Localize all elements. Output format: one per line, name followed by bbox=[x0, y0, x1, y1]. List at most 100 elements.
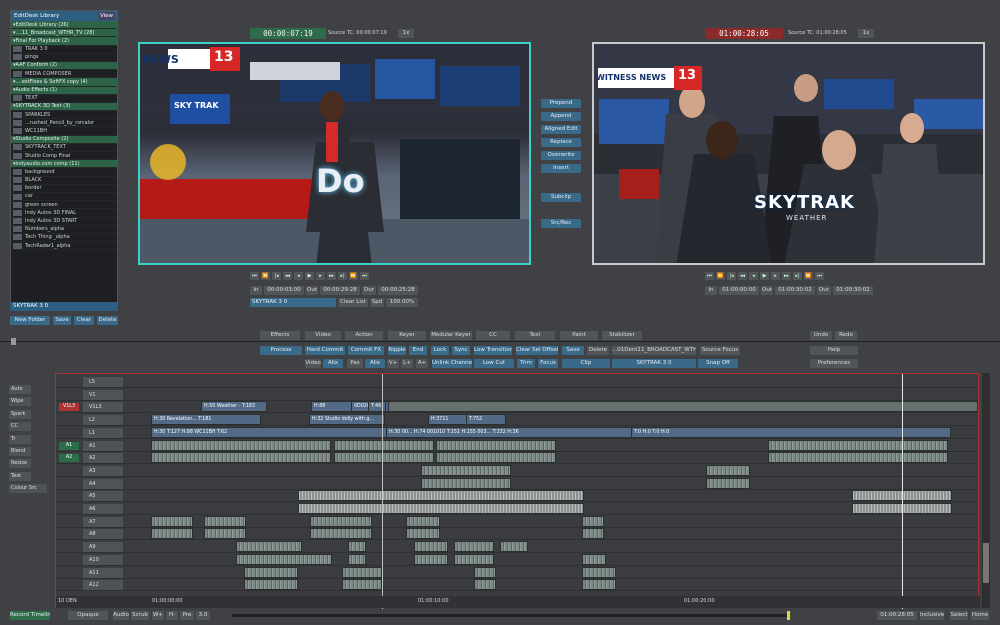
toolbar-option-11[interactable]: Clip bbox=[562, 359, 610, 368]
transport-0-icon[interactable]: ⏮ bbox=[705, 272, 714, 280]
selected-region[interactable] bbox=[388, 401, 978, 413]
timeline[interactable]: L5 V1 V1L3 V1L3 H:50 Weather - T:183 H:88 0D02… bbox=[55, 373, 980, 609]
audio-clip[interactable] bbox=[436, 439, 556, 451]
audio-clip[interactable] bbox=[151, 439, 331, 451]
library-item[interactable]: ▾ indyaudio.com comp (11) bbox=[11, 160, 117, 169]
toolbar-option-3[interactable]: Alix bbox=[365, 359, 385, 368]
edit-button-5[interactable]: Insert bbox=[541, 164, 581, 173]
audio-clip[interactable] bbox=[244, 566, 298, 578]
help-button[interactable]: Help bbox=[810, 346, 858, 355]
toolbar-button-2[interactable]: Commit FX bbox=[348, 346, 384, 355]
side-button-8[interactable]: Colour Src bbox=[9, 484, 47, 494]
revelation-clip[interactable]: H:30 Revelation... T:181 bbox=[151, 414, 261, 426]
track-patch[interactable]: A2 bbox=[59, 454, 79, 463]
audio-clip[interactable] bbox=[236, 541, 302, 553]
audio-clip[interactable] bbox=[151, 452, 331, 464]
tool-tab-2[interactable]: Action bbox=[345, 331, 383, 340]
audio-clip[interactable] bbox=[298, 490, 584, 502]
audio-clip[interactable] bbox=[768, 439, 948, 451]
toolbar-button-12[interactable]: Source Focus bbox=[700, 346, 740, 355]
audio-clip[interactable] bbox=[414, 553, 448, 565]
side-button-0[interactable]: Auto bbox=[9, 385, 31, 394]
track-name[interactable]: A2 bbox=[83, 453, 123, 464]
library-item[interactable]: SPARKLES bbox=[11, 111, 117, 120]
edit-button-0[interactable]: Prepend bbox=[541, 99, 581, 108]
source-speed[interactable]: 1x bbox=[398, 29, 414, 38]
preferences-button[interactable]: Preferences bbox=[810, 359, 858, 368]
library-item[interactable]: border bbox=[11, 185, 117, 193]
audio-clip[interactable] bbox=[582, 579, 616, 591]
audio-clip[interactable] bbox=[342, 566, 382, 578]
toolbar-option-0[interactable]: Video bbox=[305, 359, 321, 368]
track-name[interactable]: A6 bbox=[83, 504, 123, 514]
track-name[interactable]: V1L3 bbox=[83, 402, 123, 413]
toolbar-button-11[interactable]: ...01Dent11_BROADCAST_WTHR-TV bbox=[612, 346, 696, 355]
audio-clip[interactable] bbox=[310, 528, 372, 540]
transport-10-icon[interactable]: ⏭ bbox=[815, 272, 824, 280]
studio-clip[interactable]: H:32 Studio dolly with g... bbox=[309, 414, 385, 426]
tool-tab-0[interactable]: Effects bbox=[260, 331, 300, 340]
library-item[interactable]: ▾ SKYTRACK 3D Text (3) bbox=[11, 102, 117, 112]
toolbar-button-9[interactable]: Save bbox=[562, 346, 584, 355]
library-item[interactable]: pings bbox=[11, 54, 117, 62]
h-button[interactable]: H- bbox=[166, 611, 178, 620]
library-item[interactable]: ...rushed_Pencil_by_rsrcalor bbox=[11, 119, 117, 128]
edit-button-4[interactable]: Overwrite bbox=[541, 151, 581, 160]
source-in-button[interactable]: In bbox=[250, 286, 262, 295]
toolbar-option-6[interactable]: A+ bbox=[416, 359, 428, 368]
toolbar-option-4[interactable]: V+ bbox=[387, 359, 399, 368]
track-name[interactable]: A11 bbox=[83, 567, 123, 578]
toolbar-option-10[interactable]: Focus bbox=[538, 359, 558, 368]
transport-1-icon[interactable]: ⏪ bbox=[716, 272, 725, 280]
transport-3-icon[interactable]: ◂◂ bbox=[738, 272, 747, 280]
library-item[interactable]: ▾ ....extFixes & SoftFX copy (4) bbox=[11, 78, 117, 87]
library-item[interactable]: ▾ EditDesk Library (26) bbox=[11, 21, 117, 30]
toolbar-option-12[interactable]: SKYTRAK 3 0 bbox=[612, 359, 696, 368]
side-button-7[interactable]: Text bbox=[9, 471, 31, 481]
record-timeline-button[interactable]: Record Timeline bbox=[10, 611, 50, 620]
library-view-button[interactable]: View bbox=[97, 12, 115, 20]
tool-tab-5[interactable]: CC bbox=[476, 331, 510, 340]
library-item[interactable]: TRAK 3 0 bbox=[11, 46, 117, 54]
l1-clip-a[interactable]: H:30 T:127 H:98 WC11BH T:62 bbox=[151, 426, 391, 438]
audio-clip[interactable] bbox=[500, 541, 528, 553]
new-folder-button[interactable]: New Folder bbox=[10, 316, 50, 325]
audio-clip[interactable] bbox=[406, 528, 440, 540]
toolbar-button-7[interactable]: Low Transition bbox=[474, 346, 512, 355]
track-name[interactable]: L1 bbox=[83, 427, 123, 438]
undo-button[interactable]: Undo bbox=[810, 331, 832, 340]
track-patch[interactable]: A1 bbox=[59, 441, 79, 450]
audio-clip[interactable] bbox=[348, 553, 366, 565]
audio-clip[interactable] bbox=[582, 528, 604, 540]
library-item[interactable]: Indy Autos 3D START bbox=[11, 218, 117, 226]
time-ruler[interactable]: 01:00:00:00 01:00:10:00 01:00:20:00 bbox=[56, 596, 980, 608]
record-in-button[interactable]: In bbox=[705, 286, 717, 295]
track-name[interactable]: A10 bbox=[83, 554, 123, 565]
side-button-1[interactable]: Wipe bbox=[9, 397, 31, 407]
toolbar-button-6[interactable]: Sync bbox=[452, 346, 470, 355]
library-item[interactable]: ▾ AAF Conform (2) bbox=[11, 61, 117, 71]
t752-clip[interactable]: T:752 bbox=[466, 414, 506, 426]
library-item[interactable]: car bbox=[11, 193, 117, 202]
audio-clip[interactable] bbox=[582, 553, 606, 565]
audio-clip[interactable] bbox=[414, 541, 448, 553]
transport-7-icon[interactable]: ▸▸ bbox=[782, 272, 791, 280]
audio-clip[interactable] bbox=[474, 579, 496, 591]
source-out-button[interactable]: Out bbox=[306, 286, 318, 295]
track-name[interactable]: A9 bbox=[83, 542, 123, 553]
track-name[interactable]: A3 bbox=[83, 465, 123, 476]
edit-button-3[interactable]: Replace bbox=[541, 138, 581, 147]
toolbar-button-1[interactable]: Hard Commit bbox=[305, 346, 345, 355]
audio-clip[interactable] bbox=[421, 464, 511, 476]
transport-2-icon[interactable]: |◂ bbox=[272, 272, 281, 280]
library-item[interactable]: MEDIA COMPOSER bbox=[11, 70, 117, 79]
audio-clip[interactable] bbox=[768, 452, 948, 464]
audio-clip[interactable] bbox=[151, 515, 193, 527]
transport-10-icon[interactable]: ⏭ bbox=[360, 272, 369, 280]
home-button[interactable]: Home bbox=[971, 611, 989, 620]
library-item[interactable]: Tech Thing _alpha bbox=[11, 234, 117, 243]
record-monitor[interactable]: WITNESS NEWS 13 SKYTRAK WEATHER bbox=[592, 42, 985, 265]
side-button-4[interactable]: Tr bbox=[9, 434, 31, 444]
l1-clip-c[interactable]: T:0 H:0 T:0 H:0 bbox=[631, 426, 951, 438]
toolbar-option-5[interactable]: L+ bbox=[401, 359, 413, 368]
